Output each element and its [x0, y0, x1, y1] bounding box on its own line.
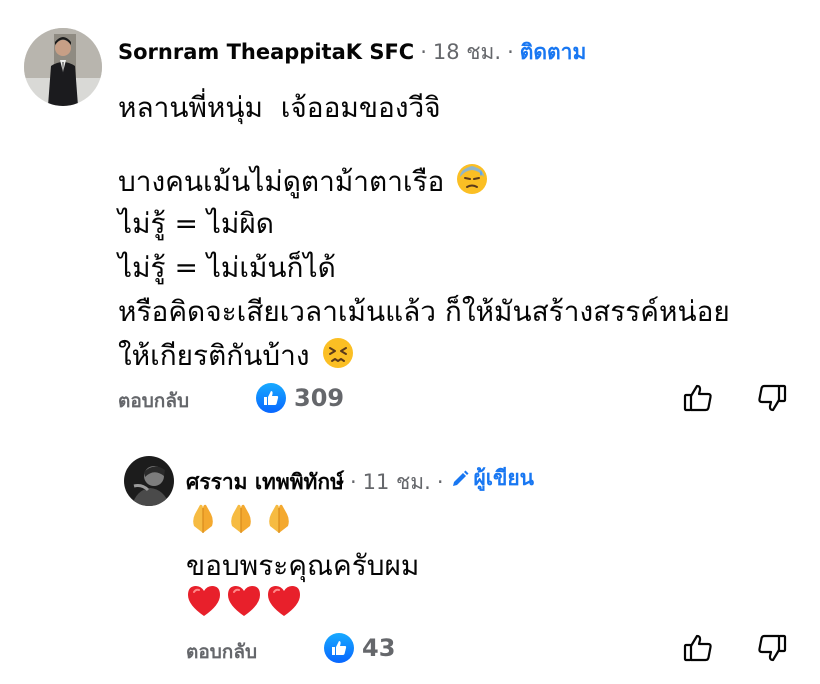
avatar-image [24, 28, 102, 106]
comment-text: ไม่รู้ = ไม่ผิด [118, 207, 274, 240]
timestamp[interactable]: 18 ชม. [433, 36, 501, 69]
comment-line-1: หลานพี่หนุ่ม เจ้ออมของวีจิ [118, 86, 441, 130]
comment-text: หรือคิดจะเสียเวลาเม้นแล้ว ก็ให้มันสร้างส… [118, 295, 730, 328]
author-badge-label: ผู้เขียน [473, 466, 535, 490]
comment-header: Sornram TheappitaK SFC · 18 ชม. · ติดตาม [118, 36, 586, 69]
author-name[interactable]: Sornram TheappitaK SFC [118, 40, 414, 64]
separator: · [349, 469, 357, 494]
downcast-sweat-face-icon [456, 163, 488, 202]
like-count: 309 [294, 384, 345, 412]
author-badge: ผู้เขียน [450, 462, 535, 495]
comment-text: บางคนเม้นไม่ดูตาม้าตาเรือ [118, 165, 445, 198]
comment-text: หลานพี่หนุ่ม เจ้ออมของวีจิ [118, 91, 441, 124]
reply-header: ศรราม เทพพิทักษ์ · 11 ชม. · ผู้เขียน [186, 462, 534, 499]
thumbs-up-icon[interactable] [682, 382, 714, 418]
reply-emoji-line-1 [186, 502, 296, 536]
comment-text: ไม่รู้ = ไม่เม้นก็ได้ [118, 251, 336, 284]
folded-hands-icon [269, 504, 289, 533]
avatar-image [124, 456, 174, 506]
reply-emoji-line-2 [186, 584, 302, 618]
thumbs-up-icon[interactable] [682, 632, 714, 668]
like-count: 43 [362, 634, 396, 662]
comment-line-5: หรือคิดจะเสียเวลาเม้นแล้ว ก็ให้มันสร้างส… [118, 290, 730, 334]
separator: · [436, 469, 444, 494]
folded-hands-icon [231, 504, 251, 533]
like-summary[interactable]: 43 [324, 633, 395, 663]
red-heart-icon [228, 586, 260, 616]
comment-line-4: ไม่รู้ = ไม่เม้นก็ได้ [118, 246, 336, 290]
persevering-face-icon [322, 337, 354, 376]
red-heart-icon [188, 586, 220, 616]
like-summary[interactable]: 309 [256, 383, 344, 413]
timestamp[interactable]: 11 ชม. [363, 466, 431, 499]
reply-text: ขอบพระคุณครับผม [186, 549, 420, 582]
comment-text: ให้เกียรติกันบ้าง [118, 339, 310, 372]
pencil-icon [452, 470, 468, 486]
follow-button[interactable]: ติดตาม [520, 36, 587, 69]
reply-button[interactable]: ตอบกลับ [118, 386, 189, 416]
comment-line-6: ให้เกียรติกันบ้าง [118, 334, 354, 378]
like-reaction-icon [256, 383, 286, 413]
comment-line-2: บางคนเม้นไม่ดูตาม้าตาเรือ [118, 160, 488, 204]
comment-main: Sornram TheappitaK SFC · 18 ชม. · ติดตาม… [0, 0, 820, 420]
comment-reply: ศรราม เทพพิทักษ์ · 11 ชม. · ผู้เขียน ขอบ… [0, 440, 820, 684]
comment-line-3: ไม่รู้ = ไม่ผิด [118, 202, 274, 246]
thumbs-down-icon[interactable] [756, 632, 788, 668]
avatar[interactable] [24, 28, 102, 106]
separator: · [507, 40, 514, 64]
reply-button[interactable]: ตอบกลับ [186, 637, 257, 667]
folded-hands-icon [193, 504, 213, 533]
thumbs-down-icon[interactable] [756, 382, 788, 418]
reply-line-1: ขอบพระคุณครับผม [186, 544, 419, 588]
avatar[interactable] [124, 456, 174, 506]
red-heart-icon [268, 586, 300, 616]
author-name[interactable]: ศรราม เทพพิทักษ์ [186, 466, 344, 499]
like-reaction-icon [324, 633, 354, 663]
separator: · [420, 40, 427, 64]
